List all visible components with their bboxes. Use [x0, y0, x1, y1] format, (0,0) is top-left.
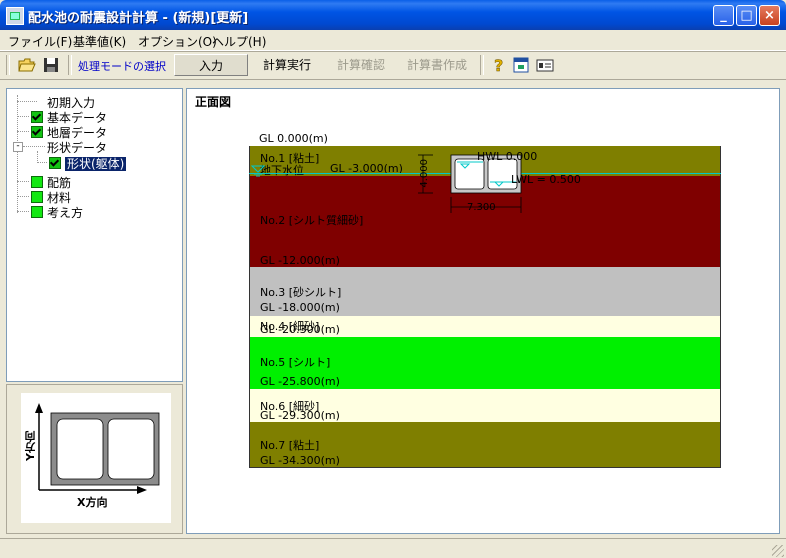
minimize-button[interactable]: _ [713, 5, 734, 26]
toolbar: 処理モードの選択 入力 計算実行 計算確認 計算書作成 ? [0, 51, 786, 80]
mode-report-button[interactable]: 計算書作成 [400, 54, 474, 76]
layer-5-gl: GL -25.800(m) [260, 375, 340, 388]
front-view-panel: 正面図 GL 0.000(m) No.1 [粘土] 地下水位 GL -3.000… [186, 88, 780, 534]
x-direction-label: X方向 [77, 496, 108, 509]
toolbar-separator [480, 55, 484, 75]
shape-preview-panel: Y方向 X方向 [6, 384, 183, 534]
app-window: 配水池の耐震設計計算 - (新規)[更新] _ □ × ファイル(F) 基準値(… [0, 0, 786, 558]
mode-check-button[interactable]: 計算確認 [326, 54, 396, 76]
tree-line [17, 181, 29, 182]
app-icon [6, 7, 24, 25]
checked-icon [31, 111, 43, 123]
layer-5-band: No.5 [シルト] GL -25.800(m) [249, 337, 721, 389]
card-icon[interactable] [536, 56, 554, 74]
incomplete-icon [31, 191, 43, 203]
groundwater-marker-icon [251, 165, 265, 177]
toolbar-grip [6, 55, 10, 75]
layer-2-name: No.2 [シルト質細砂] [260, 214, 364, 227]
incomplete-icon [31, 206, 43, 218]
layer-2-gl: GL -12.000(m) [260, 254, 340, 267]
layer-7-name: No.7 [粘土] [260, 439, 320, 452]
status-bar [0, 538, 786, 558]
window-icon[interactable] [512, 56, 530, 74]
toolbar-separator [68, 55, 72, 75]
svg-text:?: ? [494, 56, 503, 74]
layer-3-gl: GL -18.000(m) [260, 301, 340, 314]
tank-height-dimension: 4.000 [419, 159, 430, 188]
layer-7-gl: GL -34.300(m) [260, 454, 340, 467]
maximize-icon: □ [740, 8, 753, 23]
close-button[interactable]: × [759, 5, 780, 26]
minimize-icon: _ [720, 8, 727, 23]
layer-6-gl: GL -29.300(m) [260, 409, 340, 422]
processing-mode-label: 処理モードの選択 [78, 60, 166, 73]
y-direction-text: Y方向 [24, 431, 37, 461]
tree-line [17, 116, 29, 117]
mode-calculate-button[interactable]: 計算実行 [252, 54, 322, 76]
layer-4-band: No.4 [細砂] GL -20.300(m) [249, 316, 721, 337]
checked-icon [49, 157, 61, 169]
hwl-label: HWL 0.000 [477, 150, 538, 163]
tree-line [23, 146, 45, 147]
input-tree: 初期入力 基本データ 地層データ - 形状データ 形状(躯体) 配筋 材料 考え… [6, 88, 183, 382]
mode-input-button[interactable]: 入力 [174, 54, 248, 76]
menu-file[interactable]: ファイル(F) [8, 33, 72, 50]
menu-options[interactable]: オプション(O) [138, 33, 217, 50]
ground-level-label: GL 0.000(m) [259, 132, 328, 145]
tree-line [37, 162, 47, 163]
tree-line [17, 131, 29, 132]
window-title: 配水池の耐震設計計算 - (新規)[更新] [28, 11, 249, 26]
tree-item-shape-data[interactable]: 形状データ [47, 139, 107, 156]
layer-3-name: No.3 [砂シルト] [260, 286, 342, 299]
tree-line [17, 101, 37, 102]
checked-icon [31, 126, 43, 138]
collapse-icon[interactable]: - [13, 142, 23, 152]
tree-item-shape-body[interactable]: 形状(躯体) [65, 155, 127, 172]
open-folder-icon[interactable] [18, 56, 36, 74]
menu-standard-values[interactable]: 基準値(K) [73, 33, 126, 50]
y-direction-label: Y方向 [24, 431, 39, 464]
save-disk-icon[interactable] [42, 56, 60, 74]
resize-grip-icon[interactable] [772, 545, 784, 557]
layer-7-band: No.7 [粘土] GL -34.300(m) [249, 422, 721, 468]
maximize-button[interactable]: □ [736, 5, 757, 26]
layer-6-band: No.6 [細砂] GL -29.300(m) [249, 389, 721, 422]
close-icon: × [764, 8, 775, 23]
incomplete-icon [31, 176, 43, 188]
help-question-icon[interactable]: ? [490, 56, 508, 74]
tree-line [17, 211, 29, 212]
front-view-title: 正面図 [195, 95, 232, 109]
layer-4-gl: GL -20.300(m) [260, 323, 340, 336]
layer-3-band: No.3 [砂シルト] GL -18.000(m) [249, 267, 721, 316]
tank-width-dimension: 7.300 [467, 202, 496, 213]
tree-line [17, 196, 29, 197]
tree-item-approach[interactable]: 考え方 [47, 204, 83, 221]
title-bar[interactable]: 配水池の耐震設計計算 - (新規)[更新] _ □ × [0, 0, 786, 30]
layer-5-name: No.5 [シルト] [260, 356, 331, 369]
menu-bar: ファイル(F) 基準値(K) オプション(O) ヘルプ(H) [0, 30, 786, 51]
selected-label: 形状(躯体) [65, 157, 127, 171]
lwl-label: LWL = 0.500 [511, 173, 581, 186]
menu-help[interactable]: ヘルプ(H) [212, 33, 266, 50]
shape-preview: Y方向 X方向 [21, 393, 171, 523]
